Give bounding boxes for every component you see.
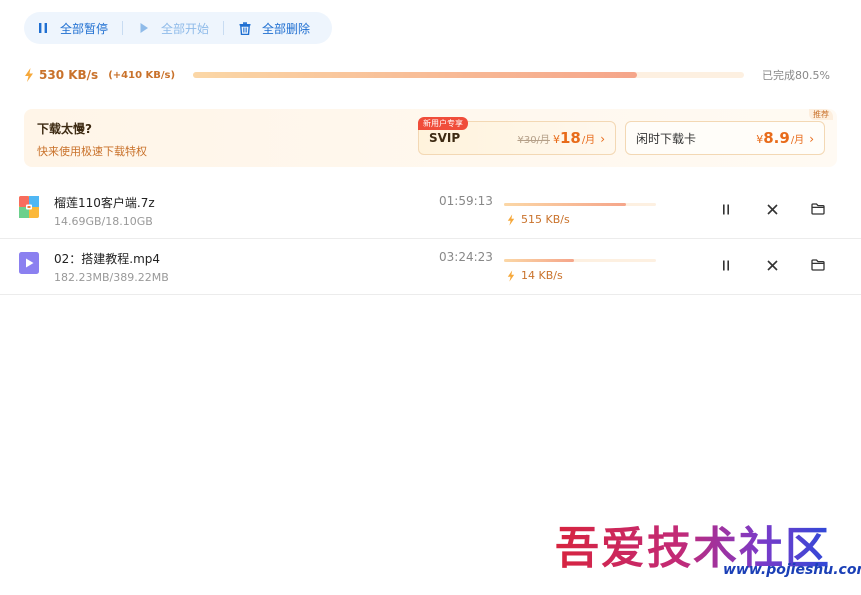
watermark-url: www.pojieshu.com	[723, 562, 861, 578]
pause-task-button[interactable]	[716, 199, 736, 219]
pause-icon	[36, 21, 50, 35]
delete-all-button[interactable]: 全部删除	[238, 12, 310, 44]
file-size: 14.69GB/18.10GB	[54, 215, 153, 228]
play-icon	[137, 21, 151, 35]
new-user-badge: 新用户专享	[418, 117, 468, 130]
task-progress-fill	[504, 203, 626, 206]
task-speed: 14 KB/s	[507, 269, 563, 282]
svip-currency: ¥	[552, 133, 560, 146]
delete-task-button[interactable]	[762, 255, 782, 275]
remaining-time: 01:59:13	[439, 194, 493, 208]
archive-file-icon	[19, 196, 39, 218]
speed-delta: (+410 KB/s)	[108, 69, 176, 81]
download-task-row[interactable]: 02：搭建教程.mp4 182.23MB/389.22MB 03:24:23 1…	[0, 239, 861, 295]
toolbar-divider	[223, 21, 225, 35]
pause-icon	[723, 260, 729, 270]
site-watermark: 吾爱技术社区 www.pojieshu.com	[555, 512, 861, 590]
idle-card-currency: ¥	[756, 133, 764, 146]
idle-card-price: ¥ 8.9 /月 ›	[756, 129, 814, 147]
speed-summary: 530 KB/s (+410 KB/s) 已完成80.5%	[24, 64, 836, 86]
trash-icon	[238, 21, 252, 35]
task-progress-bar	[504, 203, 656, 206]
video-file-icon	[19, 252, 39, 274]
toolbar-divider	[122, 21, 124, 35]
task-speed-value: 515 KB/s	[521, 213, 570, 226]
pause-icon	[723, 204, 729, 214]
task-progress-bar	[504, 259, 656, 262]
file-size: 182.23MB/389.22MB	[54, 271, 169, 284]
svip-price: ¥30/月 ¥ 18 /月 ›	[517, 129, 605, 147]
toolbar: 全部暂停 全部开始 全部删除	[24, 12, 332, 44]
task-speed: 515 KB/s	[507, 213, 570, 226]
svip-name: SVIP	[429, 131, 461, 145]
close-icon	[766, 203, 778, 215]
idle-card-price-unit: /月	[790, 135, 805, 146]
lightning-icon	[507, 213, 515, 226]
lightning-icon	[507, 269, 515, 282]
completed-percent: 已完成80.5%	[762, 69, 830, 82]
recommend-badge: 推荐	[809, 109, 833, 120]
total-progress-bar	[193, 72, 744, 78]
total-speed: 530 KB/s	[24, 68, 98, 82]
start-all-button[interactable]: 全部开始	[137, 12, 209, 44]
task-speed-value: 14 KB/s	[521, 269, 563, 282]
lightning-icon	[25, 68, 33, 82]
chevron-right-icon: ›	[809, 132, 814, 146]
delete-all-label: 全部删除	[262, 21, 311, 36]
idle-card-name: 闲时下载卡	[636, 131, 697, 146]
pause-all-button[interactable]: 全部暂停	[36, 12, 108, 44]
svip-price-number: 18	[559, 129, 581, 147]
idle-card-price-number: 8.9	[763, 129, 790, 147]
close-icon	[766, 259, 778, 271]
idle-download-card[interactable]: 闲时下载卡 ¥ 8.9 /月 ›	[625, 121, 825, 155]
pause-task-button[interactable]	[716, 255, 736, 275]
chevron-right-icon: ›	[600, 132, 605, 146]
folder-icon	[811, 259, 825, 271]
pause-all-label: 全部暂停	[60, 21, 109, 36]
file-name: 榴莲110客户端.7z	[54, 196, 155, 210]
open-folder-button[interactable]	[808, 255, 828, 275]
download-task-row[interactable]: 榴莲110客户端.7z 14.69GB/18.10GB 01:59:13 515…	[0, 183, 861, 239]
svip-old-price: ¥30/月	[517, 135, 550, 146]
svip-price-unit: /月	[581, 135, 596, 146]
open-folder-button[interactable]	[808, 199, 828, 219]
delete-task-button[interactable]	[762, 199, 782, 219]
total-progress-fill	[193, 72, 637, 78]
total-speed-value: 530 KB/s	[39, 68, 99, 82]
start-all-label: 全部开始	[161, 21, 210, 36]
folder-icon	[811, 203, 825, 215]
speedup-promo-banner: 下载太慢? 快来使用极速下载特权 SVIP ¥30/月 ¥ 18 /月 › 新用…	[24, 109, 837, 167]
remaining-time: 03:24:23	[439, 250, 493, 264]
file-name: 02：搭建教程.mp4	[54, 252, 161, 266]
promo-subtitle: 快来使用极速下载特权	[37, 145, 147, 158]
promo-title: 下载太慢?	[37, 122, 92, 136]
task-progress-fill	[504, 259, 574, 262]
